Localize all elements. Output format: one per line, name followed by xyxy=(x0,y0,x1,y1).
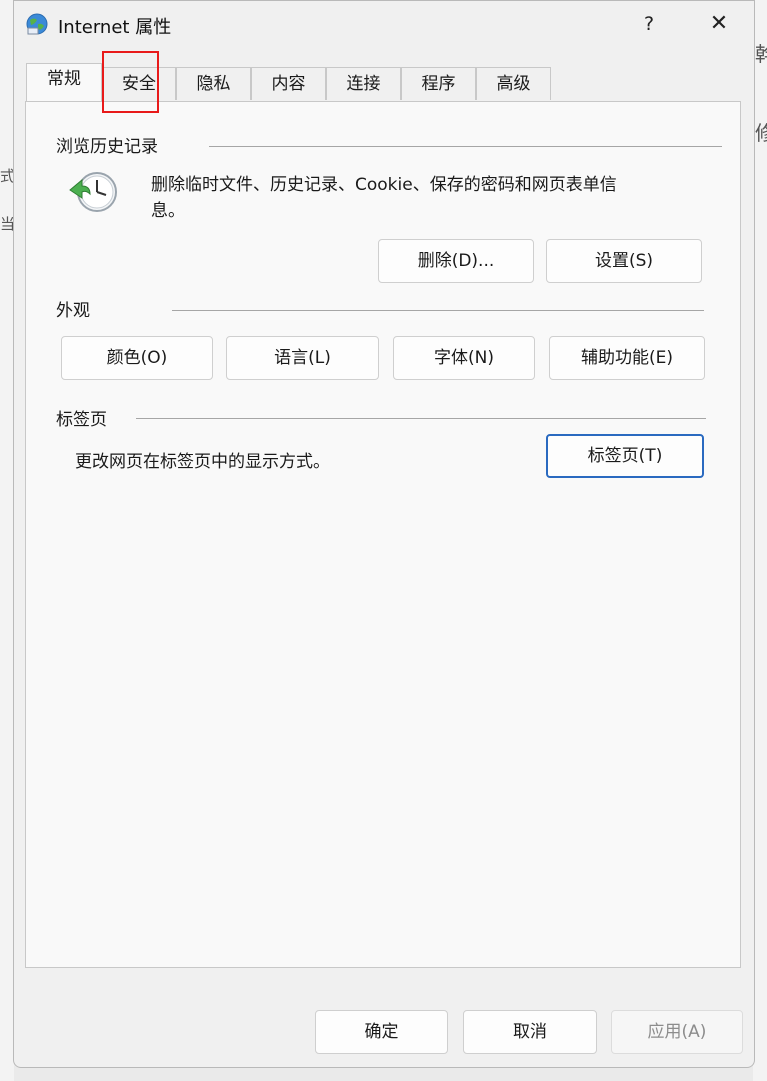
fonts-button[interactable]: 字体(N) xyxy=(393,336,535,380)
tab-privacy[interactable]: 隐私 xyxy=(176,67,251,100)
group-divider xyxy=(136,418,706,419)
tabs-description: 更改网页在标签页中的显示方式。 xyxy=(75,452,330,472)
group-divider xyxy=(209,146,722,147)
history-settings-button[interactable]: 设置(S) xyxy=(546,239,702,283)
internet-globe-icon xyxy=(25,12,49,36)
cancel-button[interactable]: 取消 xyxy=(463,1010,597,1054)
close-button[interactable]: ✕ xyxy=(704,9,734,39)
group-divider xyxy=(172,310,704,311)
accessibility-button[interactable]: 辅助功能(E) xyxy=(549,336,705,380)
apply-button[interactable]: 应用(A) xyxy=(611,1010,743,1054)
ok-button[interactable]: 确定 xyxy=(315,1010,448,1054)
background-window-right: 幹 修 xyxy=(753,0,767,1081)
background-text: 幹 xyxy=(755,42,767,66)
background-text: 修 xyxy=(755,121,767,145)
colors-button[interactable]: 颜色(O) xyxy=(61,336,213,380)
window-title: Internet 属性 xyxy=(58,17,172,38)
tabs-settings-button[interactable]: 标签页(T) xyxy=(546,434,704,478)
history-description-line2: 息。 xyxy=(151,201,185,221)
general-tab-panel: 浏览历史记录 删除临时文件、历史记录、Cookie、保存的密码和网页表单信 息。… xyxy=(25,101,741,968)
tab-general[interactable]: 常规 xyxy=(26,63,102,101)
tabs-group-label: 标签页 xyxy=(56,405,113,430)
tab-content[interactable]: 内容 xyxy=(251,67,326,100)
appearance-group-label: 外观 xyxy=(56,296,96,321)
history-description-line1: 删除临时文件、历史记录、Cookie、保存的密码和网页表单信 xyxy=(151,175,617,195)
tab-programs[interactable]: 程序 xyxy=(401,67,476,100)
title-bar[interactable]: Internet 属性 ? ✕ xyxy=(14,1,754,51)
languages-button[interactable]: 语言(L) xyxy=(226,336,379,380)
security-tab-highlight xyxy=(102,51,159,113)
browsing-history-group-label: 浏览历史记录 xyxy=(56,132,164,157)
internet-properties-dialog: Internet 属性 ? ✕ 常规 安全 隐私 内容 连接 程序 高级 浏览历… xyxy=(13,0,755,1068)
tab-advanced[interactable]: 高级 xyxy=(476,67,551,100)
history-clock-icon xyxy=(68,168,120,216)
background-window-left: 式 当 xyxy=(0,0,15,1081)
help-button[interactable]: ? xyxy=(634,9,664,39)
delete-history-button[interactable]: 删除(D)... xyxy=(378,239,534,283)
tab-connections[interactable]: 连接 xyxy=(326,67,401,100)
